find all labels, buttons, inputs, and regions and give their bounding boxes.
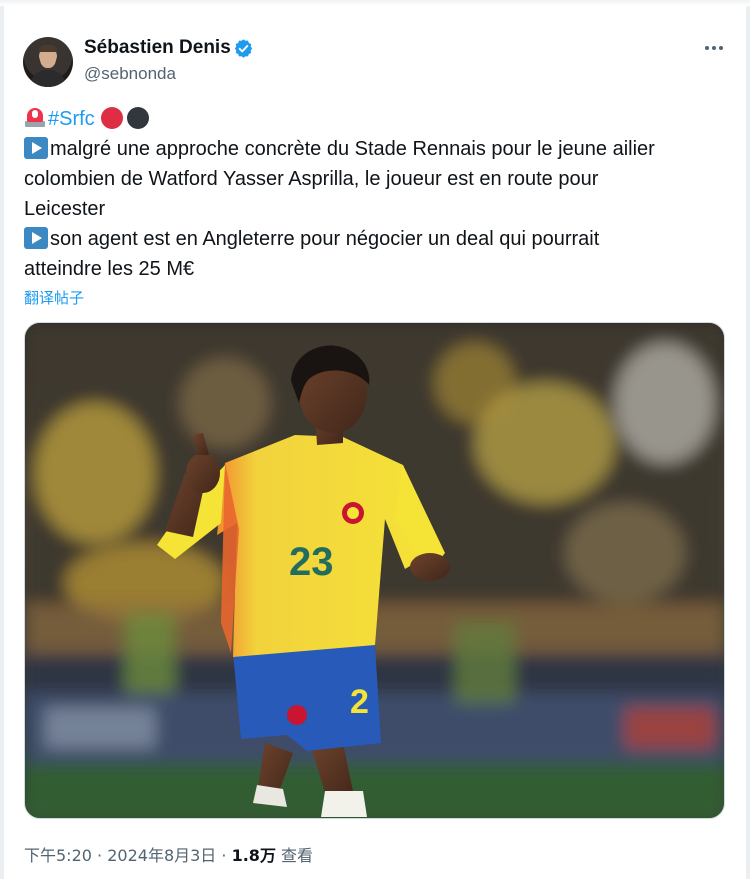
post-date[interactable]: 2024年8月3日 [107, 846, 216, 865]
tweet-metadata: 下午5:20 · 2024年8月3日 · 1.8万 查看 [24, 842, 313, 866]
separator: · [221, 846, 227, 865]
tweet-line-text: son agent est en Angleterre pour négocie… [50, 228, 600, 250]
verified-badge-icon [234, 39, 253, 58]
dot [712, 46, 716, 50]
author-handle[interactable]: @sebnonda [84, 64, 176, 84]
tweet-line-text: malgré une approche concrète du Stade Re… [50, 138, 655, 160]
play-button-icon [24, 227, 48, 249]
tweet-line: Leicester [24, 198, 106, 220]
red-circle-icon [100, 107, 123, 129]
dot [705, 46, 709, 50]
post-time[interactable]: 下午5:20 [24, 846, 92, 865]
tweet-line: malgré une approche concrète du Stade Re… [24, 134, 724, 164]
ellipsis-icon[interactable] [699, 36, 729, 60]
tweet-line: colombien de Watford Yasser Asprilla, le… [24, 168, 599, 190]
tweet: Sébastien Denis @sebnonda #Srfc malgré u… [0, 0, 750, 879]
rain-overlay [25, 323, 725, 819]
avatar-hair [39, 45, 57, 52]
separator: · [97, 846, 103, 865]
player-photo: 2 23 [25, 323, 725, 819]
avatar[interactable] [23, 37, 73, 87]
tweet-line: son agent est en Angleterre pour négocie… [24, 224, 724, 254]
avatar-shirt [31, 70, 65, 87]
tweet-line: atteindre les 25 M€ [24, 258, 195, 280]
tweet-media-photo[interactable]: 2 23 [24, 322, 725, 819]
views-label: 查看 [281, 846, 314, 865]
author-display-name[interactable]: Sébastien Denis [84, 37, 231, 59]
play-button-icon [24, 137, 48, 159]
translate-post-link[interactable]: 翻译帖子 [24, 287, 84, 308]
black-circle-icon [126, 107, 149, 129]
hashtag-link[interactable]: #Srfc [48, 108, 95, 130]
dot [719, 46, 723, 50]
police-siren-icon [24, 106, 46, 128]
views-count[interactable]: 1.8万 [232, 846, 276, 865]
tweet-line: #Srfc [24, 104, 724, 134]
tweet-text: #Srfc malgré une approche concrète du St… [24, 104, 724, 284]
